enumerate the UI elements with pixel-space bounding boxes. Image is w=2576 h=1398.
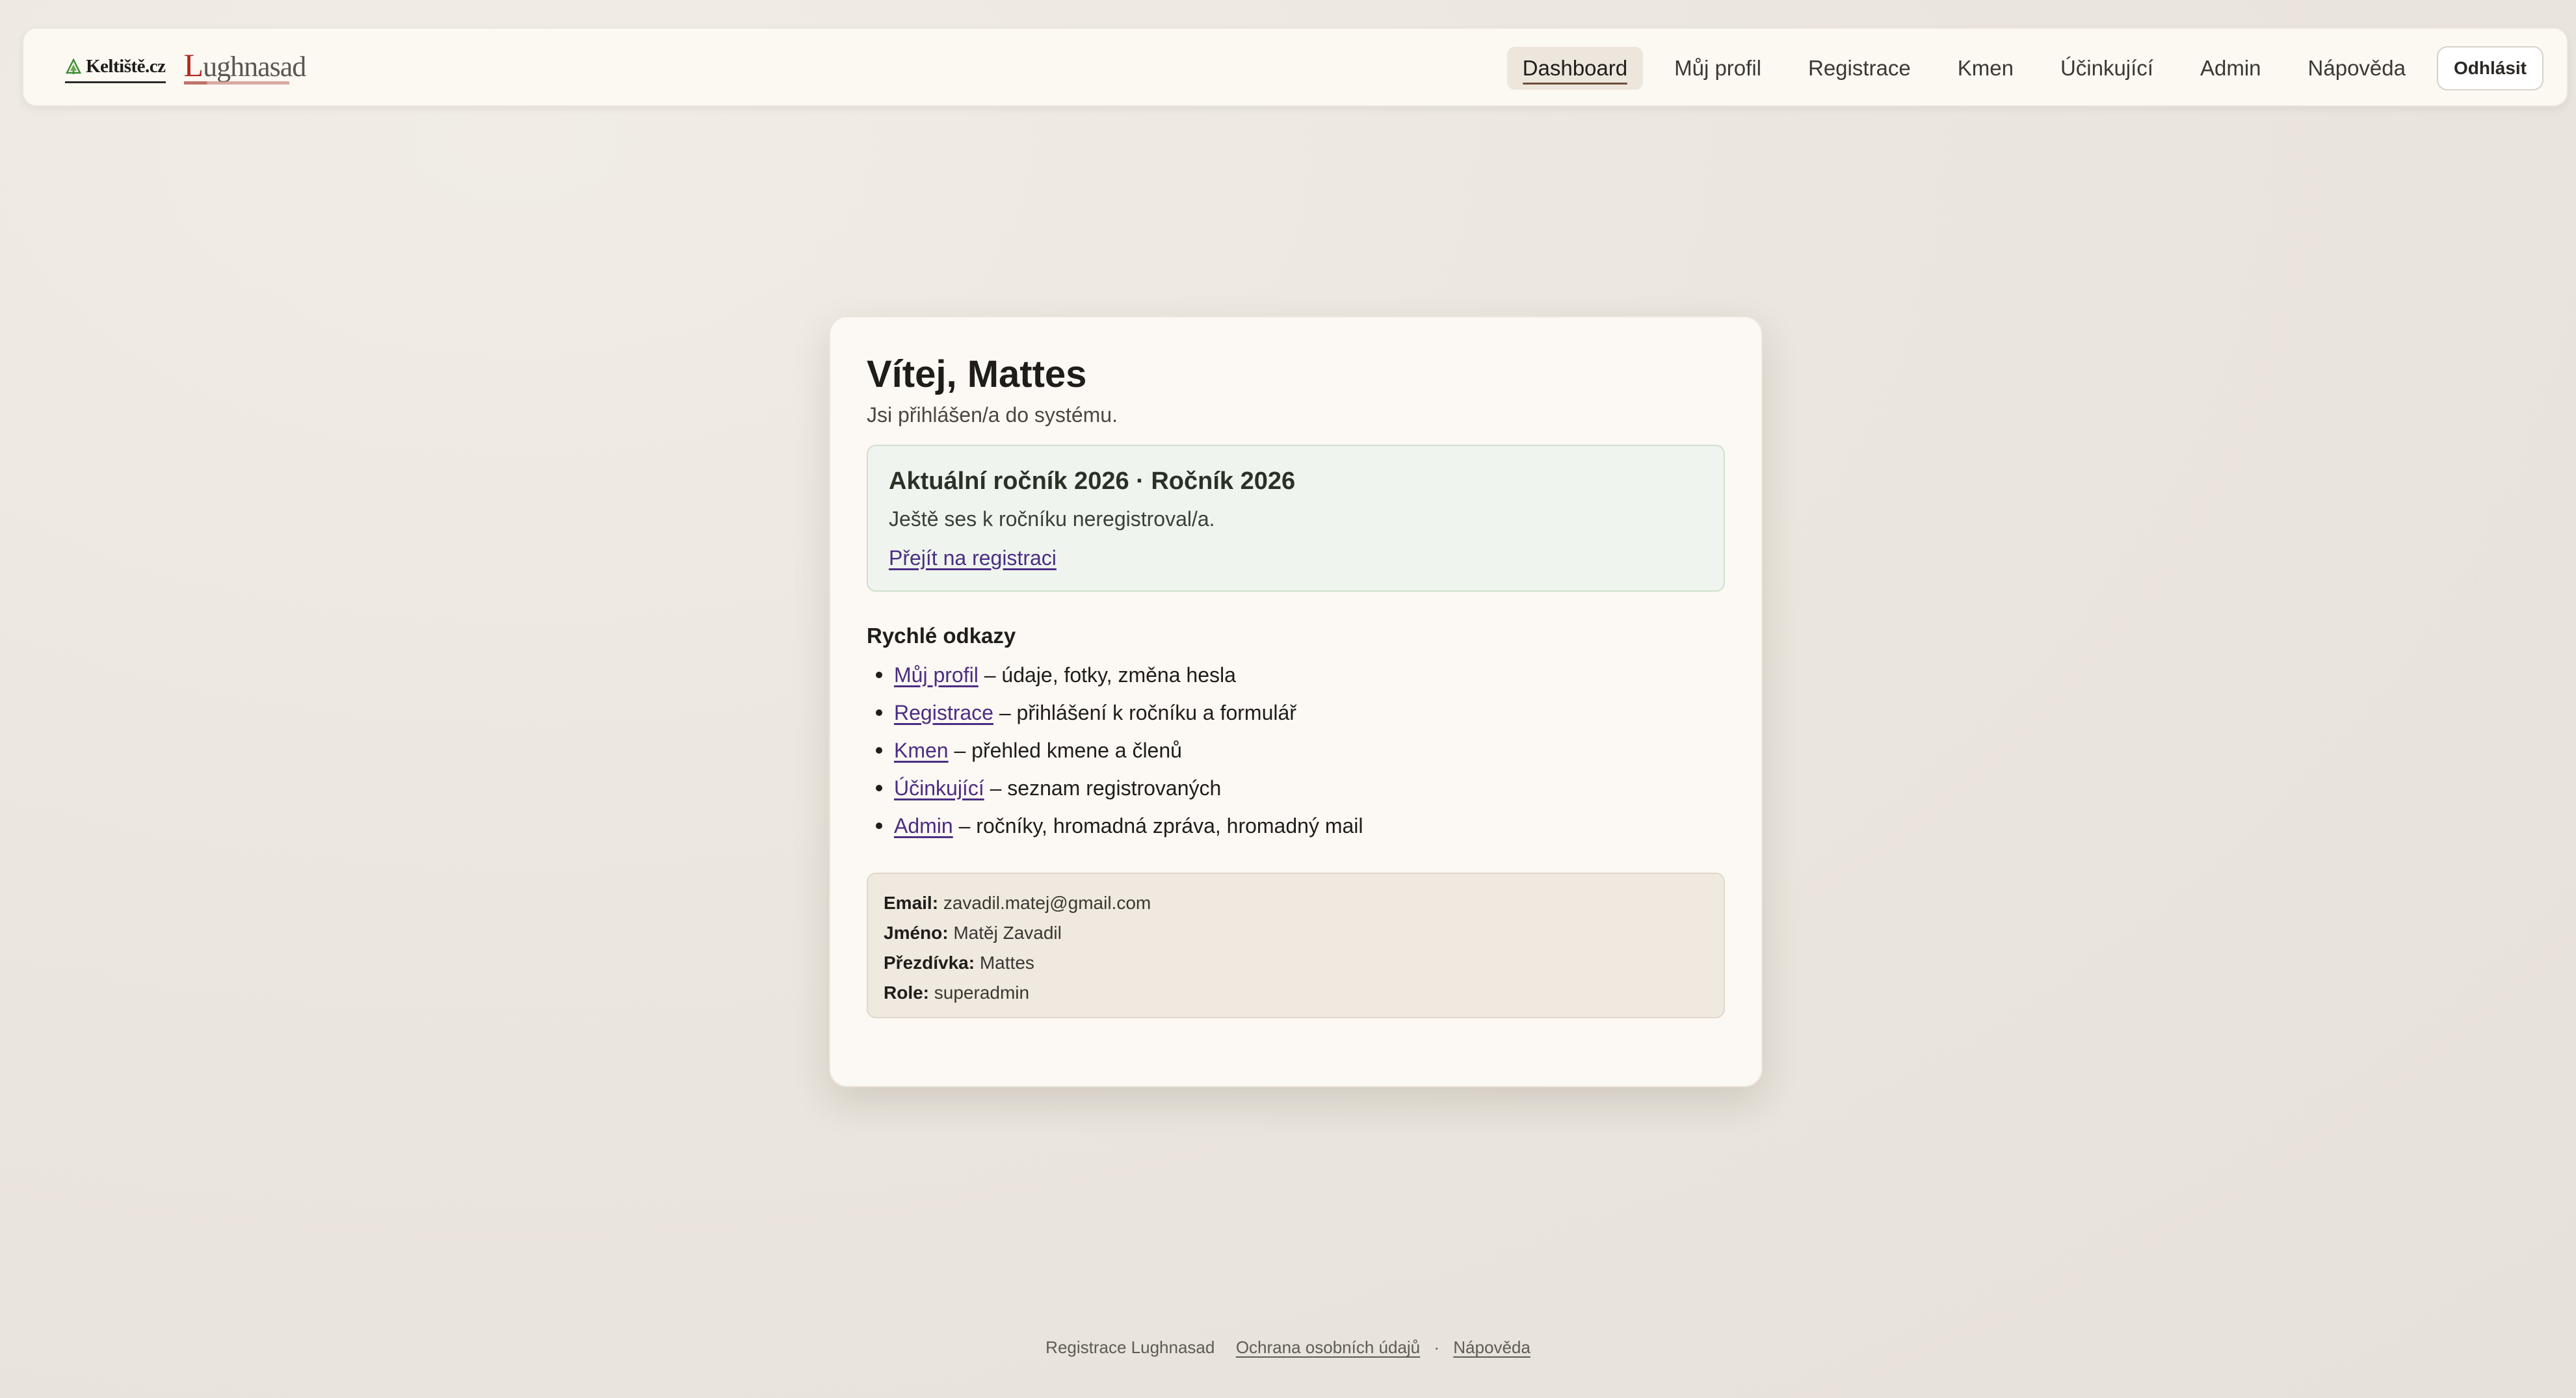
footer-separator: · (1434, 1338, 1440, 1357)
tree-icon (65, 58, 82, 74)
nickname-label: Přezdívka: (884, 953, 975, 973)
brand-logos: Keltiště.cz Lughnasad (65, 48, 306, 88)
lughnasad-logo-initial: L (183, 47, 204, 83)
go-to-registration-link[interactable]: Přejít na registraci (889, 545, 1057, 571)
user-email-row: Email: zavadil.matej@gmail.com (884, 888, 1708, 918)
lughnasad-logo[interactable]: Lughnasad (183, 48, 307, 88)
current-season-panel: Aktuální ročník 2026 · Ročník 2026 Ještě… (867, 445, 1725, 592)
lughnasad-logo-rest: ughnasad (203, 51, 306, 83)
top-navbar: Keltiště.cz Lughnasad Dashboard Můj prof… (22, 27, 2568, 107)
quick-link-item: Účinkující – seznam registrovaných (867, 775, 1725, 801)
season-title: Aktuální ročník 2026 · Ročník 2026 (889, 468, 1296, 495)
dashboard-card: Vítej, Mattes Jsi přihlášen/a do systému… (829, 316, 1763, 1087)
login-status-text: Jsi přihlášen/a do systému. (867, 403, 1118, 427)
nickname-value: Mattes (979, 953, 1034, 973)
main-nav: Dashboard Můj profil Registrace Kmen Úči… (1492, 46, 2543, 91)
nav-napoveda[interactable]: Nápověda (2293, 47, 2421, 90)
name-value: Matěj Zavadil (953, 923, 1062, 943)
quick-link-description: – seznam registrovaných (984, 776, 1222, 800)
nav-muj-profil[interactable]: Můj profil (1659, 47, 1777, 90)
quick-link-description: – přehled kmene a členů (948, 739, 1182, 762)
nav-registrace[interactable]: Registrace (1793, 47, 1926, 90)
quick-link-description: – údaje, fotky, změna hesla (978, 663, 1236, 687)
nav-dashboard[interactable]: Dashboard (1506, 47, 1644, 90)
bullet-icon (876, 709, 882, 716)
footer-help-link[interactable]: Nápověda (1453, 1338, 1531, 1357)
page-title: Vítej, Mattes (867, 353, 1087, 395)
bullet-icon (876, 672, 882, 678)
season-status-text: Ještě ses k ročníku neregistroval/a. (889, 507, 1215, 531)
user-nickname-row: Přezdívka: Mattes (884, 948, 1708, 978)
user-name-row: Jméno: Matěj Zavadil (884, 918, 1708, 948)
quick-link-item: Kmen – přehled kmene a členů (867, 737, 1725, 763)
quick-link-ucinkujici[interactable]: Účinkující (894, 775, 984, 801)
bullet-icon (876, 823, 882, 829)
quick-link-admin[interactable]: Admin (894, 813, 953, 839)
quick-link-item: Registrace – přihlášení k ročníku a form… (867, 700, 1725, 726)
keltiste-logo-text: Keltiště.cz (86, 56, 166, 77)
lughnasad-logo-text: Lughnasad (184, 49, 307, 83)
quick-link-item: Admin – ročníky, hromadná zpráva, hromad… (867, 813, 1725, 839)
logout-button[interactable]: Odhlásit (2436, 46, 2543, 90)
email-label: Email: (884, 893, 939, 913)
quick-link-item: Můj profil – údaje, fotky, změna hesla (867, 662, 1725, 688)
quick-link-description: – ročníky, hromadná zpráva, hromadný mai… (953, 814, 1363, 837)
keltiste-logo[interactable]: Keltiště.cz (65, 54, 166, 83)
quick-link-registrace[interactable]: Registrace (894, 700, 993, 726)
role-label: Role: (884, 983, 929, 1003)
quick-link-kmen[interactable]: Kmen (894, 737, 949, 763)
email-value: zavadil.matej@gmail.com (943, 893, 1151, 913)
privacy-policy-link[interactable]: Ochrana osobních údajů (1236, 1338, 1420, 1357)
bullet-icon (876, 747, 882, 754)
quick-link-description: – přihlášení k ročníku a formulář (993, 701, 1296, 724)
role-value: superadmin (934, 983, 1030, 1003)
name-label: Jméno: (884, 923, 949, 943)
nav-admin[interactable]: Admin (2185, 47, 2277, 90)
page-footer: Registrace Lughnasad Ochrana osobních úd… (0, 1336, 2576, 1359)
bullet-icon (876, 785, 882, 791)
lughnasad-logo-underline (183, 81, 289, 85)
nav-kmen[interactable]: Kmen (1942, 47, 2029, 90)
quick-link-muj-profil[interactable]: Můj profil (894, 662, 979, 688)
user-role-row: Role: superadmin (884, 978, 1708, 1008)
nav-ucinkujici[interactable]: Účinkující (2045, 47, 2169, 90)
user-info-panel: Email: zavadil.matej@gmail.com Jméno: Ma… (867, 873, 1725, 1018)
footer-text: Registrace Lughnasad (1045, 1338, 1215, 1357)
quick-links-list: Můj profil – údaje, fotky, změna hesla R… (867, 662, 1725, 839)
quick-links-heading: Rychlé odkazy (867, 624, 1016, 648)
